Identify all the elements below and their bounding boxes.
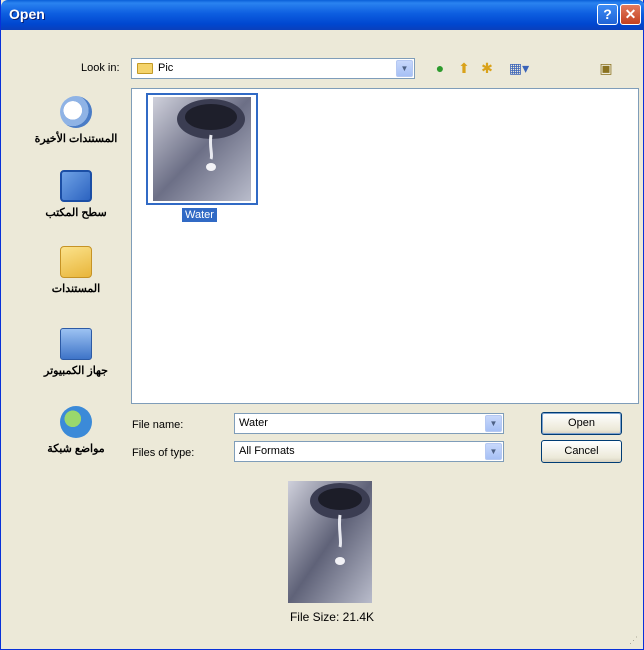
preview-image: [288, 481, 372, 603]
place-desktop[interactable]: سطح المكتب: [28, 170, 124, 219]
look-in-combo[interactable]: Pic ▼: [131, 58, 415, 79]
file-type-value: All Formats: [239, 445, 295, 457]
computer-icon: [60, 328, 92, 360]
place-network[interactable]: مواضع شبكة: [28, 406, 124, 455]
file-name-field-label: File name:: [132, 419, 184, 431]
place-label: مواضع شبكة: [47, 443, 105, 455]
window-title: Open: [9, 6, 45, 22]
network-icon: [60, 406, 92, 438]
up-folder-icon[interactable]: ⬆: [455, 59, 473, 77]
chevron-down-icon[interactable]: ▼: [485, 443, 502, 460]
file-type-label: Files of type:: [132, 447, 195, 459]
new-folder-icon[interactable]: ✱: [478, 59, 496, 77]
file-thumbnail[interactable]: [146, 93, 258, 205]
cancel-button[interactable]: Cancel: [541, 440, 622, 463]
open-dialog: Open ? ✕ Look in: Pic ▼ ● ⬆ ✱ ▦▾ ▣ المست…: [0, 0, 644, 650]
place-documents[interactable]: المستندات: [28, 246, 124, 295]
file-name-field[interactable]: Water ▼: [234, 413, 504, 434]
resize-grip-icon[interactable]: ⋰: [629, 635, 639, 645]
places-bar: المستندات الأخيرة سطح المكتب المستندات ج…: [28, 88, 124, 460]
chevron-down-icon[interactable]: ▼: [396, 60, 413, 77]
folder-icon: [137, 63, 153, 74]
documents-icon: [60, 246, 92, 278]
file-name-value: Water: [239, 417, 268, 429]
open-button[interactable]: Open: [541, 412, 622, 435]
back-icon[interactable]: ●: [431, 59, 449, 77]
place-label: المستندات: [51, 283, 101, 295]
favorites-icon[interactable]: ▣: [597, 59, 615, 77]
desktop-icon: [60, 170, 92, 202]
place-label: سطح المكتب: [45, 207, 107, 219]
chevron-down-icon[interactable]: ▼: [485, 415, 502, 432]
place-recent-documents[interactable]: المستندات الأخيرة: [28, 96, 124, 145]
look-in-label: Look in:: [81, 62, 120, 74]
file-name-label[interactable]: Water: [182, 208, 217, 222]
look-in-value: Pic: [158, 62, 174, 74]
view-menu-icon[interactable]: ▦▾: [506, 59, 532, 77]
close-button[interactable]: ✕: [620, 4, 641, 25]
file-list[interactable]: Water: [131, 88, 639, 404]
recent-documents-icon: [60, 96, 92, 128]
place-label: جهاز الكمبيوتر: [44, 365, 108, 377]
place-label: المستندات الأخيرة: [34, 133, 118, 145]
file-size-text: File Size: 21.4K: [289, 610, 375, 624]
water-drop-image: [153, 97, 251, 201]
file-type-select[interactable]: All Formats ▼: [234, 441, 504, 462]
title-bar[interactable]: Open ? ✕: [1, 0, 644, 30]
help-button[interactable]: ?: [597, 4, 618, 25]
place-my-computer[interactable]: جهاز الكمبيوتر: [28, 328, 124, 377]
